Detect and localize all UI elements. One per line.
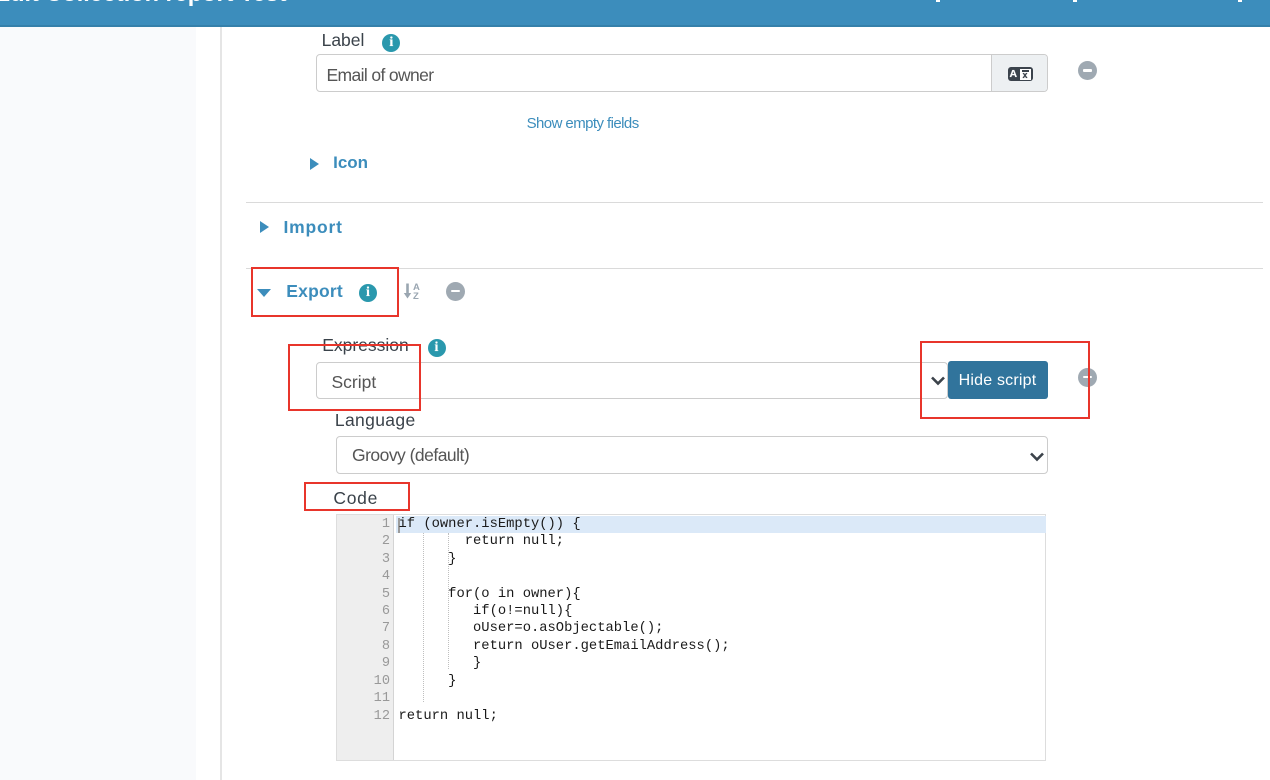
svg-text:Z: Z — [413, 291, 419, 301]
